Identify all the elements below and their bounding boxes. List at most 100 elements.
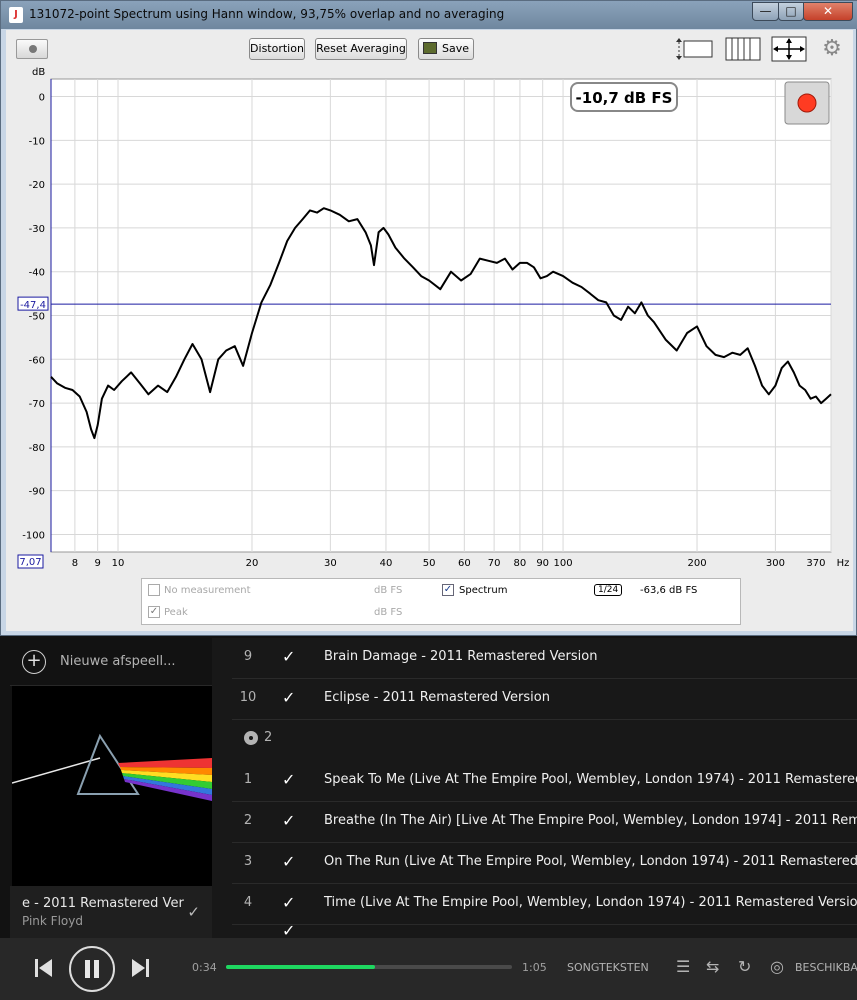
track-row[interactable]: 2 ✓ Breathe (In The Air) [Live At The Em… — [232, 802, 857, 843]
x-tick-label: 30 — [324, 558, 337, 569]
x-tick-label: 20 — [246, 558, 259, 569]
new-playlist-label: Nieuwe afspeell... — [60, 654, 176, 669]
repeat-icon[interactable]: ↻ — [738, 957, 751, 976]
track-row[interactable]: 4 ✓ Time (Live At The Empire Pool, Wembl… — [232, 884, 857, 925]
save-icon — [422, 42, 437, 54]
spectrum-window: J 131072-point Spectrum using Hann windo… — [0, 0, 857, 636]
reset-averaging-button[interactable]: Reset Averaging — [315, 38, 407, 60]
cursor-label: -47,4 — [20, 300, 46, 311]
track-row[interactable]: 1 ✓ Speak To Me (Live At The Empire Pool… — [232, 761, 857, 802]
track-title: Breathe (In The Air) [Live At The Empire… — [324, 813, 857, 828]
no-measurement-checkbox[interactable] — [148, 584, 160, 596]
peak-label: Peak — [164, 607, 188, 618]
spectrum-chart-svg[interactable]: 0 -10 -20 -30 -40 -50 -60 -70 -80 -90 -100 dB 8 9 10 20… — [6, 65, 853, 585]
track-title: On The Run (Live At The Empire Pool, Wem… — [324, 854, 857, 869]
pause-button[interactable] — [69, 946, 115, 992]
saved-check-icon[interactable]: ✓ — [282, 647, 295, 666]
x-tick-label: 80 — [514, 558, 527, 569]
track-row[interactable]: 3 ✓ On The Run (Live At The Empire Pool,… — [232, 843, 857, 884]
minimize-button[interactable]: — — [752, 2, 779, 21]
fit-axes-icon[interactable] — [771, 36, 807, 62]
peak-checkbox[interactable]: ✓ — [148, 606, 160, 618]
next-icon[interactable] — [129, 956, 151, 980]
player-bar — [0, 938, 857, 1000]
now-playing[interactable]: e - 2011 Remastered Version Pink Floyd ✓ — [10, 886, 212, 938]
track-title: Eclipse - 2011 Remastered Version — [324, 690, 550, 705]
now-playing-artist[interactable]: Pink Floyd — [22, 914, 212, 928]
x-tick-label: 50 — [423, 558, 436, 569]
track-title: Brain Damage - 2011 Remastered Version — [324, 649, 598, 664]
distortion-button[interactable]: Distortion — [249, 38, 305, 60]
album-art[interactable] — [12, 686, 212, 886]
y-tick-label: -20 — [29, 180, 45, 191]
vertical-zoom-icon[interactable] — [676, 36, 714, 62]
x-tick-label: 300 — [766, 558, 785, 569]
elapsed-time: 0:34 — [192, 961, 217, 974]
lyrics-button[interactable]: SONGTEKSTEN — [567, 961, 649, 974]
x-tick-label: 8 — [72, 558, 78, 569]
track-number: 4 — [243, 895, 253, 910]
y-tick-label: -100 — [22, 530, 45, 541]
y-tick-label: -70 — [29, 399, 45, 410]
now-playing-title[interactable]: e - 2011 Remastered Version — [22, 896, 184, 911]
new-playlist-button[interactable]: + Nieuwe afspeell... — [10, 638, 212, 686]
queue-icon[interactable]: ☰ — [676, 957, 690, 976]
tracklist: 9 ✓ Brain Damage - 2011 Remastered Versi… — [212, 638, 857, 938]
gear-icon[interactable]: ⚙ — [820, 37, 844, 61]
close-button[interactable]: ✕ — [803, 2, 853, 21]
track-title: Time (Live At The Empire Pool, Wembley, … — [324, 895, 857, 910]
save-button[interactable]: Save — [418, 38, 474, 60]
x-tick-label: 9 — [94, 558, 100, 569]
track-title: Speak To Me (Live At The Empire Pool, We… — [324, 772, 857, 787]
x-start-label: 7,07 — [19, 557, 41, 568]
track-number: 10 — [239, 690, 257, 705]
y-axis-label: dB — [32, 67, 45, 78]
x-tick-label: 60 — [458, 558, 471, 569]
progress-bar[interactable] — [226, 965, 512, 969]
track-row[interactable]: ✓ — [232, 921, 857, 938]
no-measurement-label: No measurement — [164, 585, 251, 596]
track-number: 3 — [243, 854, 253, 869]
camera-icon[interactable] — [16, 39, 48, 59]
track-row[interactable]: 9 ✓ Brain Damage - 2011 Remastered Versi… — [232, 638, 857, 679]
saved-check-icon[interactable]: ✓ — [282, 770, 295, 789]
devices-icon[interactable]: ◎ — [770, 957, 784, 976]
smoothing-badge[interactable]: 1/24 — [594, 584, 623, 596]
saved-check-icon[interactable]: ✓ — [282, 921, 295, 938]
y-tick-label: -40 — [29, 268, 45, 279]
window-titlebar[interactable]: J 131072-point Spectrum using Hann windo… — [1, 1, 857, 29]
smoothing-prefix: 1/ — [598, 585, 607, 595]
spectrum-level: -63,6 dB FS — [640, 585, 698, 596]
progress-fill — [226, 965, 375, 969]
x-tick-label: 100 — [554, 558, 573, 569]
track-number: 9 — [243, 649, 253, 664]
spectrum-plot[interactable]: 0 -10 -20 -30 -40 -50 -60 -70 -80 -90 -100 dB 8 9 10 20… — [6, 65, 853, 585]
peak-value: dB FS — [374, 607, 403, 618]
devices-label[interactable]: BESCHIKBAR — [795, 961, 857, 974]
grid-icon[interactable] — [725, 36, 761, 62]
window-client: Distortion Reset Averaging Save ⚙ 0 -10 -2… — [6, 30, 853, 631]
maximize-button[interactable]: □ — [778, 2, 804, 21]
level-readout: -10,7 dB FS — [576, 89, 673, 107]
x-tick-label: 70 — [488, 558, 501, 569]
saved-check-icon[interactable]: ✓ — [282, 893, 295, 912]
saved-check-icon[interactable]: ✓ — [282, 688, 295, 707]
x-tick-label: 370 — [806, 558, 825, 569]
saved-check-icon[interactable]: ✓ — [187, 903, 200, 921]
plus-icon: + — [22, 649, 46, 674]
previous-icon[interactable] — [33, 956, 55, 980]
window-title: 131072-point Spectrum using Hann window,… — [29, 7, 505, 21]
y-tick-label: -50 — [29, 312, 45, 323]
smoothing-denominator: 24 — [606, 585, 619, 595]
save-label: Save — [441, 42, 469, 55]
track-number: 2 — [243, 813, 253, 828]
shuffle-icon[interactable]: ⇆ — [706, 957, 719, 976]
x-tick-label: 90 — [536, 558, 549, 569]
record-icon — [797, 93, 817, 113]
track-row[interactable]: 10 ✓ Eclipse - 2011 Remastered Version — [232, 679, 857, 720]
saved-check-icon[interactable]: ✓ — [282, 811, 295, 830]
saved-check-icon[interactable]: ✓ — [282, 852, 295, 871]
spectrum-checkbox[interactable]: ✓ — [442, 584, 454, 596]
track-number: 1 — [243, 772, 253, 787]
disc-icon — [244, 730, 258, 745]
